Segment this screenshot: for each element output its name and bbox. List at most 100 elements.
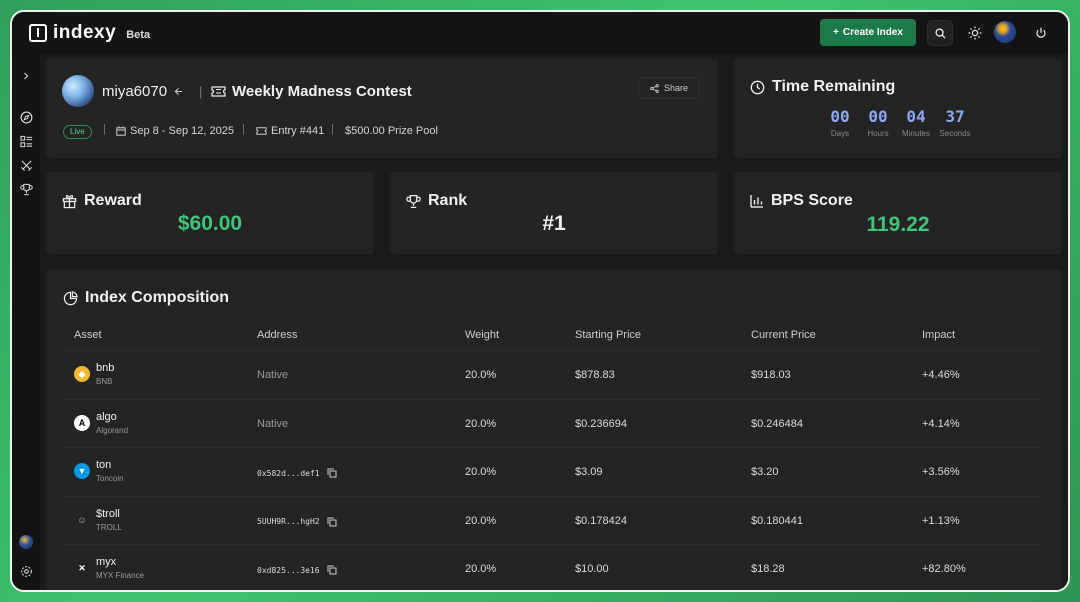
asset-address: 0x582d...def1	[257, 468, 337, 478]
copy-icon[interactable]	[327, 468, 337, 478]
main-content: miya6070 | Weekly Madness Contest Share …	[40, 54, 1068, 590]
time-remaining-label: Time Remaining	[772, 78, 896, 95]
toncoin-icon: ▼	[74, 463, 90, 479]
address-text: 0x582d...def1	[257, 468, 320, 478]
starting-price: $3.09	[575, 466, 603, 478]
starting-price: $878.83	[575, 369, 615, 381]
bps-label: BPS Score	[771, 192, 853, 209]
ticket-icon	[211, 86, 226, 97]
address-text: 5UUH9R...hgH2	[257, 517, 320, 526]
bnb-icon: ◆	[74, 366, 90, 382]
gift-icon	[62, 194, 77, 208]
table-row[interactable]: ▼ ton Toncoin 0x582d...def1 20.0% $3.09 $3.20 +…	[62, 447, 1040, 495]
column-header: Impact	[922, 329, 956, 341]
entry-number: Entry #441	[271, 125, 325, 137]
prize-pool: $500.00 Prize Pool	[345, 125, 438, 137]
price-impact: +4.46%	[922, 369, 960, 381]
index-composition-title: Index Composition	[63, 289, 229, 307]
table-row[interactable]: Aalgo Algorand Native 20.0% $0.236694 $0.2464…	[62, 398, 1040, 447]
asset-address: Native	[257, 369, 289, 381]
timer-minutes-label: Minutes	[901, 129, 930, 138]
timer-days: 00	[830, 107, 850, 126]
price-impact: +4.14%	[922, 417, 960, 430]
bps-value: 119.22	[866, 213, 930, 236]
compass-icon	[20, 111, 32, 123]
contest-dates: Sep 8 - Sep 12, 2025	[116, 125, 234, 137]
asset-weight: 20.0%	[465, 563, 497, 575]
reward-value: $60.00	[177, 212, 243, 235]
price-impact: +1.13%	[922, 514, 960, 527]
beta-badge: Beta	[126, 29, 151, 41]
date-range: Sep 8 - Sep 12, 2025	[130, 125, 234, 137]
copy-icon[interactable]	[327, 565, 337, 575]
starting-price: $0.236694	[575, 417, 627, 430]
reward-label: Reward	[84, 192, 142, 209]
address-text: 0xd825...3e16	[257, 565, 320, 575]
time-remaining-title: Time Remaining	[750, 78, 895, 96]
expand-sidebar-button[interactable]	[18, 68, 34, 84]
copy-icon[interactable]	[327, 517, 337, 527]
troll-icon: ☺	[77, 514, 87, 525]
clock-icon	[750, 80, 765, 94]
table-row[interactable]: ☺ $troll TROLL 5UUH9R...hgH2 20.0% $0.178424 $…	[62, 495, 1040, 544]
logo[interactable]: indexy Beta	[29, 22, 150, 44]
avatar	[62, 75, 94, 107]
index-composition-card: Index Composition Asset Address Weight Star…	[46, 269, 1062, 590]
table-row[interactable]: ◆ bnb BNB Native 20.0% $878.83 $918.03 +4.46%	[62, 350, 1040, 398]
asset-address: Native	[257, 417, 289, 430]
asset-weight: 20.0%	[465, 369, 497, 381]
sidebar-item-settings[interactable]	[18, 563, 34, 579]
rank-label: Rank	[428, 192, 468, 209]
power-icon	[1036, 27, 1046, 38]
timer-hours-label: Hours	[867, 129, 889, 138]
price-impact: +3.56%	[922, 466, 960, 478]
rank-card: Rank #1	[390, 172, 718, 254]
user-avatar-button[interactable]	[994, 21, 1016, 43]
plus-icon: +	[833, 27, 839, 38]
sidebar-item-contests[interactable]	[18, 157, 34, 173]
pie-chart-icon	[63, 290, 78, 305]
contest-title: Weekly Madness Contest	[232, 83, 412, 100]
share-button[interactable]: Share	[638, 77, 700, 99]
chevron-right-icon	[24, 72, 29, 80]
timer-hours: 00	[868, 107, 888, 126]
asset-weight: 20.0%	[465, 514, 497, 527]
contest-prize: $500.00 Prize Pool	[345, 125, 438, 137]
search-icon	[934, 27, 946, 39]
status-badge: Live	[63, 125, 92, 139]
asset-symbol: myx	[96, 556, 117, 568]
current-price: $918.03	[751, 369, 791, 381]
starting-price: $0.178424	[575, 514, 627, 527]
contest-header-card: miya6070 | Weekly Madness Contest Share …	[46, 59, 718, 158]
create-index-label: Create Index	[842, 27, 903, 38]
arrow-left-icon[interactable]	[174, 87, 183, 96]
column-header: Weight	[465, 329, 500, 341]
current-price: $0.180441	[751, 514, 803, 527]
bps-title: BPS Score	[750, 192, 853, 210]
asset-symbol: bnb	[96, 362, 115, 374]
bar-chart-icon	[750, 195, 763, 208]
trophy-icon	[406, 194, 421, 208]
divider: |	[103, 123, 106, 135]
username[interactable]: miya6070	[102, 83, 167, 100]
search-button[interactable]	[927, 20, 953, 46]
sidebar-user-avatar[interactable]	[18, 534, 34, 550]
avatar	[19, 535, 33, 549]
asset-name: Algorand	[96, 425, 129, 435]
calendar-icon	[116, 126, 126, 136]
create-index-button[interactable]: + Create Index	[820, 19, 916, 46]
sidebar-item-explore[interactable]	[18, 109, 34, 125]
asset-address: 0xd825...3e16	[257, 565, 337, 575]
asset-address: 5UUH9R...hgH2	[257, 517, 337, 527]
logout-button[interactable]	[1028, 20, 1054, 46]
sun-icon	[968, 26, 982, 40]
theme-toggle-button[interactable]	[962, 20, 988, 46]
sidebar-item-indexes[interactable]	[18, 133, 34, 149]
rank-title: Rank	[406, 192, 467, 210]
table-row[interactable]: ✕ myx MYX Finance 0xd825...3e16 20.0% $10.00 $…	[62, 544, 1040, 590]
sidebar-item-leaderboard[interactable]	[18, 181, 34, 197]
asset-weight: 20.0%	[465, 417, 497, 430]
bps-score-card: BPS Score 119.22	[734, 172, 1062, 254]
list-icon	[19, 135, 32, 147]
current-price: $0.246484	[751, 417, 803, 430]
